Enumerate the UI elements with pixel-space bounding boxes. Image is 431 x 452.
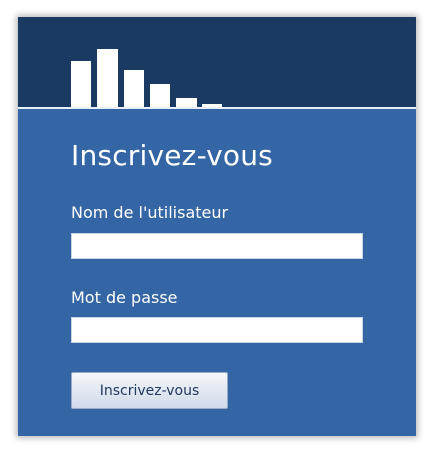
logo-bar xyxy=(176,98,197,107)
logo-bar xyxy=(71,61,91,107)
logo-bar xyxy=(124,70,144,107)
page-title: Inscrivez-vous xyxy=(71,139,273,172)
logo-bar xyxy=(97,49,118,107)
sign-up-button[interactable]: Inscrivez-vous xyxy=(71,372,228,409)
password-input[interactable] xyxy=(71,317,363,343)
password-label: Mot de passe xyxy=(71,288,178,307)
logo-bar xyxy=(202,104,222,107)
username-label: Nom de l'utilisateur xyxy=(71,203,229,222)
bar-chart-logo-icon xyxy=(18,17,416,109)
username-input[interactable] xyxy=(71,233,363,259)
logo-bar xyxy=(150,84,170,107)
login-panel: Inscrivez-vous Nom de l'utilisateur Mot … xyxy=(18,17,416,436)
